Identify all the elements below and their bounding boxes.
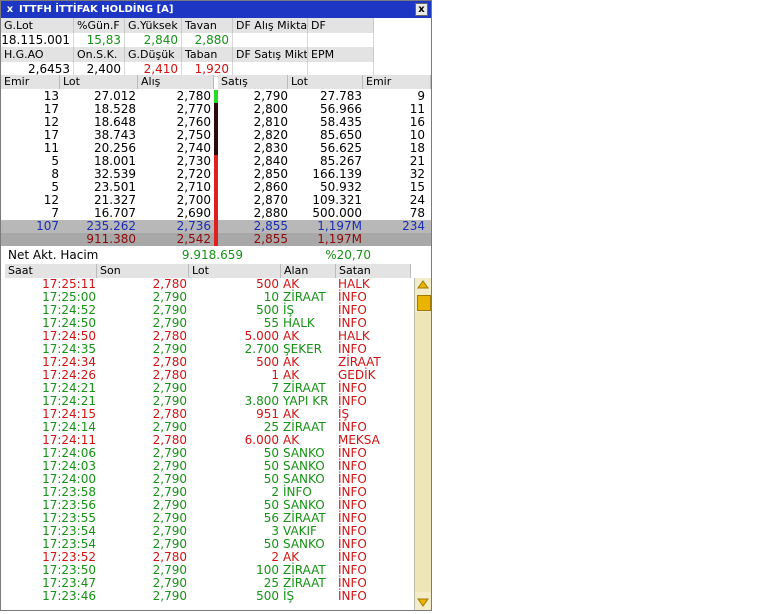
orderbook-depth-bar [214,129,218,142]
trade-lot: 1 [271,368,279,382]
orderbook-average-cell: 911.380 [86,232,136,246]
scroll-track[interactable] [415,312,431,592]
summary-label: %Gün.F [74,18,125,33]
summary-label: DF Alış Miktar [233,18,308,33]
orderbook-header[interactable]: Alış [138,75,214,89]
trades-header[interactable]: Saat [5,264,97,278]
scroll-down-icon[interactable] [416,596,430,609]
summary-label: DF Satış Mikta [233,47,308,62]
summary-label: H.G.AO [1,47,74,62]
orderbook-cell: 5 [51,154,59,168]
trade-seller: İNFO [338,589,367,603]
summary-label: EPM [308,47,374,62]
scroll-up-icon[interactable] [416,278,430,291]
orderbook-header[interactable]: Satış [218,75,288,89]
orderbook-total-cell: 107 [36,219,59,233]
summary-label: On.S.K. [74,47,125,62]
summary-label: Tavan [182,18,233,33]
scroll-thumb[interactable] [417,295,431,311]
summary-label: G.Düşük [125,47,182,62]
orderbook-cell: 8 [51,167,59,181]
orderbook-cell: 12 [43,193,59,207]
orderbook-cell: 11 [43,141,59,155]
orderbook-depth-bar [214,142,218,155]
orderbook-depth-bar [214,220,218,233]
trade-lot: 50 [263,537,279,551]
summary-label: G.Lot [1,18,74,33]
trade-lot: 500 [256,589,279,603]
orderbook-depth-bar [214,103,218,116]
summary-value: 2,880 [182,33,233,48]
orderbook-header[interactable]: Emir [363,75,431,89]
summary-label: DF [308,18,374,33]
summary-value: 2,840 [125,33,182,48]
orderbook-depth-bar [214,116,218,129]
trades-header[interactable]: Son [97,264,189,278]
orderbook-total-cell: 234 [402,219,425,233]
stock-window: x ITTFH İTTİFAK HOLDİNG [A] x G.Lot 18.11… [0,0,432,611]
orderbook-depth-bar [214,90,218,103]
orderbook-average-cell: 2,855 [253,232,288,246]
trades-header[interactable]: Lot [189,264,281,278]
trades-scrollbar[interactable] [414,278,431,610]
summary-value [308,33,374,48]
summary-label: Taban [182,47,233,62]
summary-value: 18.115.001 [1,33,74,48]
trade-lot: 500 [256,355,279,369]
trade-row[interactable]: 17:23:46 2,790 500 İŞ İNFO [1,590,411,603]
close-button[interactable]: x [415,3,428,16]
trade-price: 2,790 [152,589,187,603]
net-volume-percent: %20,70 [325,248,371,262]
orderbook-average-cell: 1,197M [317,232,362,246]
trades-header[interactable]: Alan [281,264,336,278]
trades-header[interactable]: Satan [336,264,411,278]
net-volume-value: 9.918.659 [181,248,243,262]
window-title: ITTFH İTTİFAK HOLDİNG [A] [19,4,174,15]
orderbook-depth-bar [214,233,218,246]
window-menu-icon[interactable]: x [4,1,16,18]
title-bar[interactable]: x ITTFH İTTİFAK HOLDİNG [A] x [1,1,431,18]
summary-label: G.Yüksek [125,18,182,33]
trade-buyer: İŞ [283,589,295,603]
orderbook-depth-bar [214,194,218,207]
orderbook-header[interactable]: Emir [1,75,60,89]
trade-time: 17:23:46 [42,589,96,603]
summary-value [233,33,308,48]
orderbook-depth-bar [214,168,218,181]
net-volume-label: Net Akt. Hacim [8,248,99,262]
trade-lot: 56 [263,511,279,525]
summary-value: 15,83 [74,33,125,48]
orderbook-header[interactable]: Lot [288,75,363,89]
orderbook-header[interactable]: Lot [60,75,138,89]
orderbook-average-cell: 2,542 [176,232,211,246]
orderbook-depth-bar [214,155,218,168]
trade-lot: 50 [263,472,279,486]
orderbook-depth-bar [214,207,218,220]
orderbook-depth-bar [214,181,218,194]
